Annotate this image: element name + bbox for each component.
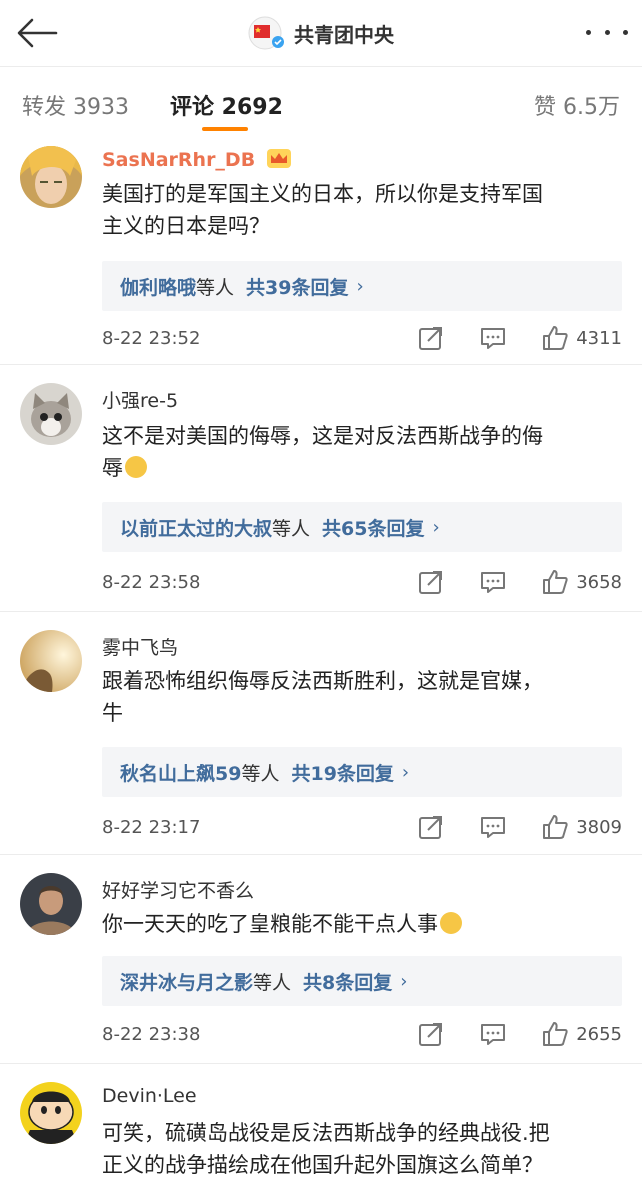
more-dots-icon[interactable]	[586, 22, 628, 42]
comment-line: 你一天天的吃了皇粮能不能干点人事	[102, 912, 438, 936]
comment-item: SasNarRhr_DB 美国打的是军国主义的日本，所以你是支持军国 主义的日本…	[0, 141, 642, 365]
comment-meta: 8-22 23:58 3658	[102, 566, 622, 598]
action-bar: 3658	[418, 569, 622, 595]
thumbs-up-icon[interactable]	[542, 325, 568, 351]
hugging-emoji-icon	[125, 456, 147, 478]
comment-icon[interactable]	[480, 814, 506, 840]
reply-etc: 等人	[253, 971, 292, 994]
reply-summary[interactable]: 秋名山上飙59 等人 共19条回复 ›	[102, 747, 622, 797]
repost-icon[interactable]	[418, 325, 444, 351]
repost-icon[interactable]	[418, 814, 444, 840]
tab-comment[interactable]: 评论 2692	[170, 89, 283, 121]
smile-emoji-icon	[440, 912, 462, 934]
reply-count[interactable]: 共65条回复	[322, 514, 424, 541]
reply-count[interactable]: 共8条回复	[303, 968, 392, 995]
comment-item: 雾中飞鸟 跟着恐怖组织侮辱反法西斯胜利，这就是官媒， 牛 秋名山上飙59 等人 …	[0, 612, 642, 855]
repost-icon[interactable]	[418, 569, 444, 595]
repost-icon[interactable]	[418, 1021, 444, 1047]
comment-line: 可笑，硫磺岛战役是反法西斯战争的经典战役.把	[102, 1121, 550, 1145]
like-count: 3809	[576, 816, 622, 838]
tab-repost[interactable]: 转发 3933	[22, 89, 129, 121]
user-avatar[interactable]	[20, 1082, 82, 1144]
like-count: 4311	[576, 327, 622, 349]
comment-item: 好好学习它不香么 你一天天的吃了皇粮能不能干点人事 深井冰与月之影 等人 共8条…	[0, 855, 642, 1064]
like-count: 2655	[576, 1023, 622, 1045]
comment-icon[interactable]	[480, 1021, 506, 1047]
reply-summary[interactable]: 以前正太过的大叔 等人 共65条回复 ›	[102, 502, 622, 552]
account-avatar-icon[interactable]	[248, 16, 286, 50]
comment-line: 美国打的是军国主义的日本，所以你是支持军国	[102, 182, 543, 206]
username-text[interactable]: SasNarRhr_DB	[102, 149, 255, 171]
reply-etc: 等人	[241, 762, 280, 785]
comment-meta: 8-22 23:17 3809	[102, 811, 622, 843]
comment-text: 这不是对美国的侮辱，这是对反法西斯战争的侮 辱	[102, 420, 622, 484]
action-bar: 4311	[418, 325, 622, 351]
user-avatar[interactable]	[20, 873, 82, 935]
comment-text: 跟着恐怖组织侮辱反法西斯胜利，这就是官媒， 牛	[102, 665, 622, 729]
chevron-right-icon: ›	[400, 970, 408, 992]
comment-icon[interactable]	[480, 569, 506, 595]
chevron-right-icon: ›	[401, 761, 410, 783]
action-bar: 3809	[418, 814, 622, 840]
user-avatar[interactable]	[20, 146, 82, 208]
comment-line: 牛	[102, 701, 123, 725]
reply-etc: 等人	[196, 276, 235, 299]
comment-line: 辱	[102, 456, 123, 480]
reply-etc: 等人	[272, 517, 311, 540]
comment-item: 小强re-5 这不是对美国的侮辱，这是对反法西斯战争的侮 辱 以前正太过的大叔 …	[0, 365, 642, 612]
reply-summary[interactable]: 伽利略哦 等人 共39条回复 ›	[102, 261, 622, 311]
like-count: 3658	[576, 571, 622, 593]
user-avatar[interactable]	[20, 383, 82, 445]
comment-meta: 8-22 23:38 2655	[102, 1018, 622, 1050]
comment-time: 8-22 23:52	[102, 327, 201, 349]
comment-time: 8-22 23:58	[102, 571, 201, 593]
comment-time: 8-22 23:17	[102, 816, 201, 838]
reply-summary[interactable]: 深井冰与月之影 等人 共8条回复 ›	[102, 956, 622, 1006]
username[interactable]: SasNarRhr_DB	[102, 147, 292, 171]
header: 共青团中央	[0, 16, 642, 50]
tab-bar: 转发 3933 评论 2692 赞 6.5万	[0, 67, 642, 141]
comment-line: 主义的日本是吗？	[102, 214, 270, 238]
thumbs-up-icon[interactable]	[542, 1021, 568, 1047]
comment-item: Devin·Lee 可笑，硫磺岛战役是反法西斯战争的经典战役.把 正义的战争描绘…	[0, 1064, 642, 1204]
reply-user[interactable]: 秋名山上飙59	[120, 759, 241, 786]
reply-count[interactable]: 共19条回复	[291, 759, 393, 786]
top-bar: 共青团中央	[0, 0, 642, 67]
comment-line: 跟着恐怖组织侮辱反法西斯胜利，这就是官媒，	[102, 669, 543, 693]
username[interactable]: 小强re-5	[102, 386, 178, 413]
thumbs-up-icon[interactable]	[542, 814, 568, 840]
username[interactable]: 好好学习它不香么	[102, 876, 254, 903]
comment-text: 美国打的是军国主义的日本，所以你是支持军国 主义的日本是吗？	[102, 178, 622, 242]
comment-line: 这不是对美国的侮辱，这是对反法西斯战争的侮	[102, 424, 543, 448]
active-tab-indicator	[202, 127, 248, 131]
reply-user[interactable]: 伽利略哦	[120, 273, 196, 300]
username[interactable]: 雾中飞鸟	[102, 633, 178, 660]
tab-like[interactable]: 赞 6.5万	[534, 89, 620, 121]
reply-user[interactable]: 以前正太过的大叔	[120, 514, 272, 541]
comment-text: 可笑，硫磺岛战役是反法西斯战争的经典战役.把 正义的战争描绘成在他国升起外国旗这…	[102, 1117, 622, 1181]
page-title: 共青团中央	[294, 22, 394, 47]
thumbs-up-icon[interactable]	[542, 569, 568, 595]
comment-icon[interactable]	[480, 325, 506, 351]
chevron-right-icon: ›	[432, 516, 440, 538]
reply-count[interactable]: 共39条回复	[246, 273, 348, 300]
user-avatar[interactable]	[20, 630, 82, 692]
comment-text: 你一天天的吃了皇粮能不能干点人事	[102, 908, 622, 940]
username[interactable]: Devin·Lee	[102, 1085, 197, 1107]
comment-line: 正义的战争描绘成在他国升起外国旗这么简单？	[102, 1153, 543, 1177]
chevron-right-icon: ›	[356, 275, 364, 297]
reply-user[interactable]: 深井冰与月之影	[120, 968, 253, 995]
comment-meta: 8-22 23:52 4311	[102, 322, 622, 354]
comment-time: 8-22 23:38	[102, 1023, 201, 1045]
action-bar: 2655	[418, 1021, 622, 1047]
crown-badge-icon	[266, 149, 291, 168]
